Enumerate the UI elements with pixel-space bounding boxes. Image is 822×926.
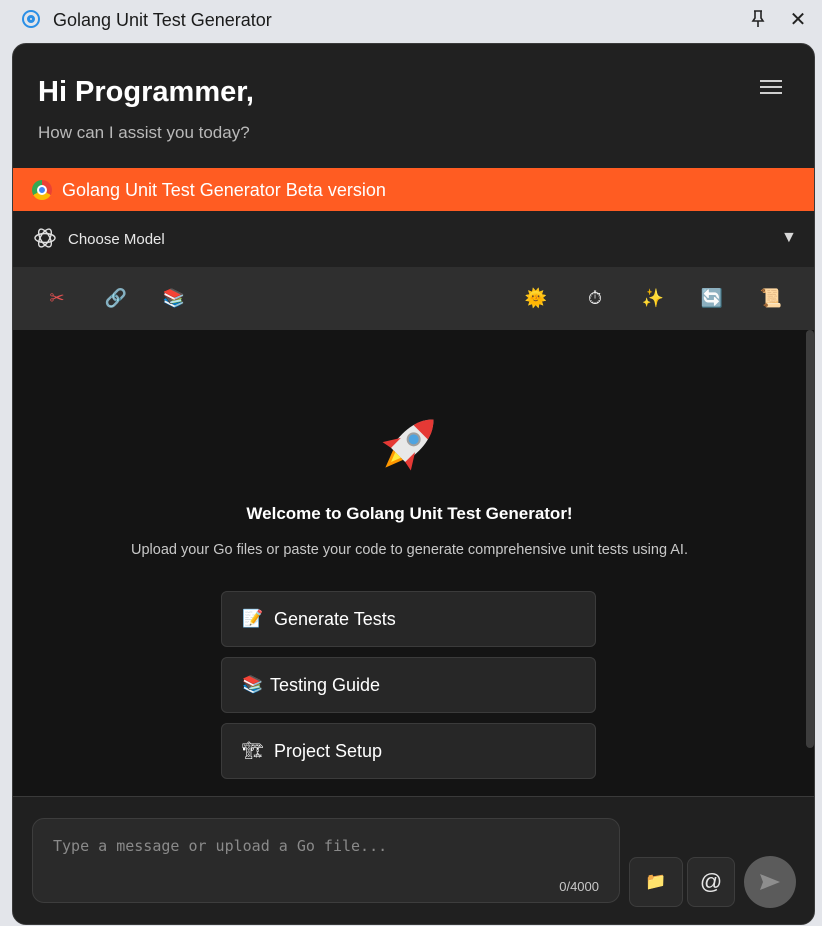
scissors-button[interactable]: ✂ xyxy=(45,287,69,311)
close-button[interactable]: ✕ xyxy=(788,10,808,30)
model-selector[interactable]: Choose Model ▼ xyxy=(13,211,814,267)
testing-guide-button[interactable]: 📚 Testing Guide xyxy=(221,657,596,713)
sparkles-icon: ✨ xyxy=(641,288,665,309)
app-logo-icon xyxy=(24,12,38,26)
project-setup-button[interactable]: 🏗 Project Setup xyxy=(221,723,596,779)
banner-text: Golang Unit Test Generator Beta version xyxy=(62,180,386,200)
welcome-area: Welcome to Golang Unit Test Generator! U… xyxy=(13,330,814,796)
pin-icon xyxy=(751,10,765,27)
model-label: Choose Model xyxy=(68,231,165,248)
openai-icon xyxy=(34,228,56,248)
generate-tests-label: Generate Tests xyxy=(274,608,396,629)
project-setup-label: Project Setup xyxy=(274,740,383,761)
stopwatch-icon: ⏱ xyxy=(587,288,603,309)
beta-banner: Golang Unit Test Generator Beta version xyxy=(13,168,814,211)
testing-guide-label: Testing Guide xyxy=(270,674,381,695)
rocket-icon xyxy=(382,419,434,471)
books-icon: 📚 xyxy=(162,288,186,309)
hamburger-menu-button[interactable] xyxy=(760,77,782,99)
window-title: Golang Unit Test Generator xyxy=(53,10,272,30)
message-box[interactable]: 0/4000 xyxy=(32,818,620,903)
window-titlebar: Golang Unit Test Generator ✕ xyxy=(0,0,822,42)
message-input[interactable] xyxy=(53,837,593,855)
upload-file-button[interactable]: 📁 xyxy=(629,857,683,907)
refresh-icon: 🔄 xyxy=(700,288,724,309)
refresh-button[interactable]: 🔄 xyxy=(700,287,724,311)
construction-icon: 🏗 xyxy=(242,741,264,761)
books-icon: 📚 xyxy=(242,675,264,695)
sparkles-button[interactable]: ✨ xyxy=(641,287,665,311)
generate-tests-button[interactable]: 📝 Generate Tests xyxy=(221,591,596,647)
at-sign-icon: @ xyxy=(699,869,723,894)
composer: 0/4000 📁 @ xyxy=(13,796,814,924)
send-icon xyxy=(760,874,780,890)
scrollbar[interactable] xyxy=(806,330,814,748)
sun-icon: 🌞 xyxy=(524,288,548,309)
close-icon: ✕ xyxy=(789,9,807,31)
folder-icon: 📁 xyxy=(645,872,667,892)
scroll-icon: 📜 xyxy=(759,288,783,309)
welcome-subtitle: Upload your Go files or paste your code … xyxy=(131,542,688,558)
send-button[interactable] xyxy=(744,856,796,908)
welcome-title: Welcome to Golang Unit Test Generator! xyxy=(246,504,573,523)
scissors-icon: ✂ xyxy=(49,288,65,309)
chevron-down-icon[interactable]: ▼ xyxy=(781,229,797,247)
chrome-icon xyxy=(32,180,52,200)
greeting-subtitle: How can I assist you today? xyxy=(38,123,250,142)
scroll-button[interactable]: 📜 xyxy=(759,287,783,311)
tool-bar: ✂ 🔗 📚 🌞 ⏱ ✨ 🔄 📜 xyxy=(13,267,814,330)
link-button[interactable]: 🔗 xyxy=(104,287,128,311)
link-icon: 🔗 xyxy=(104,288,128,309)
hamburger-line xyxy=(760,92,782,94)
character-counter: 0/4000 xyxy=(559,879,599,894)
hamburger-line xyxy=(760,86,782,88)
books-button[interactable]: 📚 xyxy=(162,287,186,311)
hamburger-icon xyxy=(760,80,782,82)
chat-panel: Hi Programmer, How can I assist you toda… xyxy=(12,43,815,925)
sun-button[interactable]: 🌞 xyxy=(524,287,548,311)
memo-icon: 📝 xyxy=(242,609,264,629)
pin-button[interactable] xyxy=(749,10,767,30)
greeting-title: Hi Programmer, xyxy=(38,76,254,108)
mention-button[interactable]: @ xyxy=(687,857,735,907)
stopwatch-button[interactable]: ⏱ xyxy=(583,287,607,311)
